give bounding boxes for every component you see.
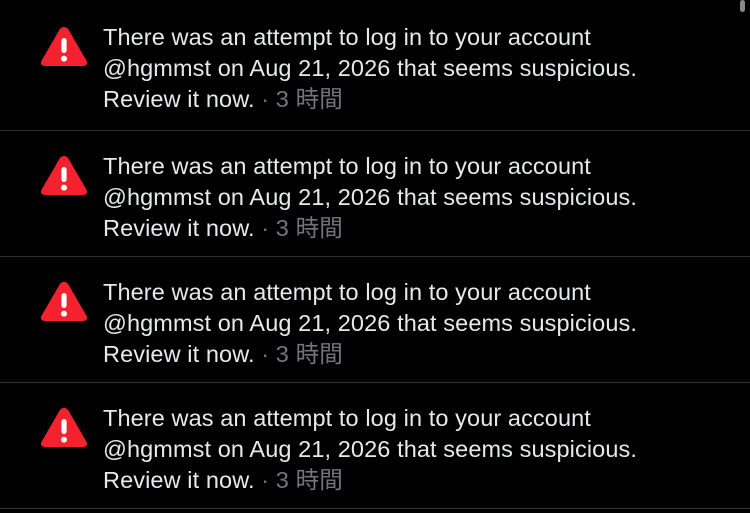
review-link[interactable]: Review it now. bbox=[103, 215, 255, 241]
warning-icon bbox=[39, 405, 89, 449]
warning-icon bbox=[39, 153, 89, 197]
notification-item[interactable]: There was an attempt to log in to your a… bbox=[0, 131, 750, 257]
notification-line-2: @hgmmst on Aug 21, 2026 that seems suspi… bbox=[103, 184, 637, 210]
notification-item[interactable]: There was an attempt to log in to your a… bbox=[0, 383, 750, 509]
notification-line-2: @hgmmst on Aug 21, 2026 that seems suspi… bbox=[103, 55, 637, 81]
notification-line-3: Review it now. · 3 時間 bbox=[103, 465, 733, 496]
separator: · bbox=[254, 467, 276, 493]
notification-line-1: There was an attempt to log in to your a… bbox=[103, 24, 591, 50]
notification-line-2: @hgmmst on Aug 21, 2026 that seems suspi… bbox=[103, 310, 637, 336]
notification-item[interactable]: There was an attempt to log in to your a… bbox=[0, 0, 750, 131]
notification-text: There was an attempt to log in to your a… bbox=[103, 277, 733, 370]
separator: · bbox=[254, 86, 276, 112]
notification-line-3: Review it now. · 3 時間 bbox=[103, 213, 733, 244]
notification-line-1: There was an attempt to log in to your a… bbox=[103, 279, 591, 305]
review-link[interactable]: Review it now. bbox=[103, 86, 255, 112]
notification-line-1: There was an attempt to log in to your a… bbox=[103, 153, 591, 179]
notification-text: There was an attempt to log in to your a… bbox=[103, 151, 733, 244]
notification-line-3: Review it now. · 3 時間 bbox=[103, 84, 733, 115]
review-link[interactable]: Review it now. bbox=[103, 341, 255, 367]
timestamp: 3 時間 bbox=[275, 467, 343, 493]
notification-line-2: @hgmmst on Aug 21, 2026 that seems suspi… bbox=[103, 436, 637, 462]
timestamp: 3 時間 bbox=[275, 86, 343, 112]
notification-text: There was an attempt to log in to your a… bbox=[103, 22, 733, 115]
notification-line-3: Review it now. · 3 時間 bbox=[103, 339, 733, 370]
notification-item[interactable]: There was an attempt to log in to your a… bbox=[0, 257, 750, 383]
separator: · bbox=[254, 341, 276, 367]
warning-icon bbox=[39, 24, 89, 68]
warning-icon bbox=[39, 279, 89, 323]
timestamp: 3 時間 bbox=[275, 341, 343, 367]
scrollbar-thumb[interactable] bbox=[740, 0, 745, 12]
notification-list: There was an attempt to log in to your a… bbox=[0, 0, 750, 513]
timestamp: 3 時間 bbox=[275, 215, 343, 241]
notification-line-1: There was an attempt to log in to your a… bbox=[103, 405, 591, 431]
notification-text: There was an attempt to log in to your a… bbox=[103, 403, 733, 496]
separator: · bbox=[254, 215, 276, 241]
review-link[interactable]: Review it now. bbox=[103, 467, 255, 493]
